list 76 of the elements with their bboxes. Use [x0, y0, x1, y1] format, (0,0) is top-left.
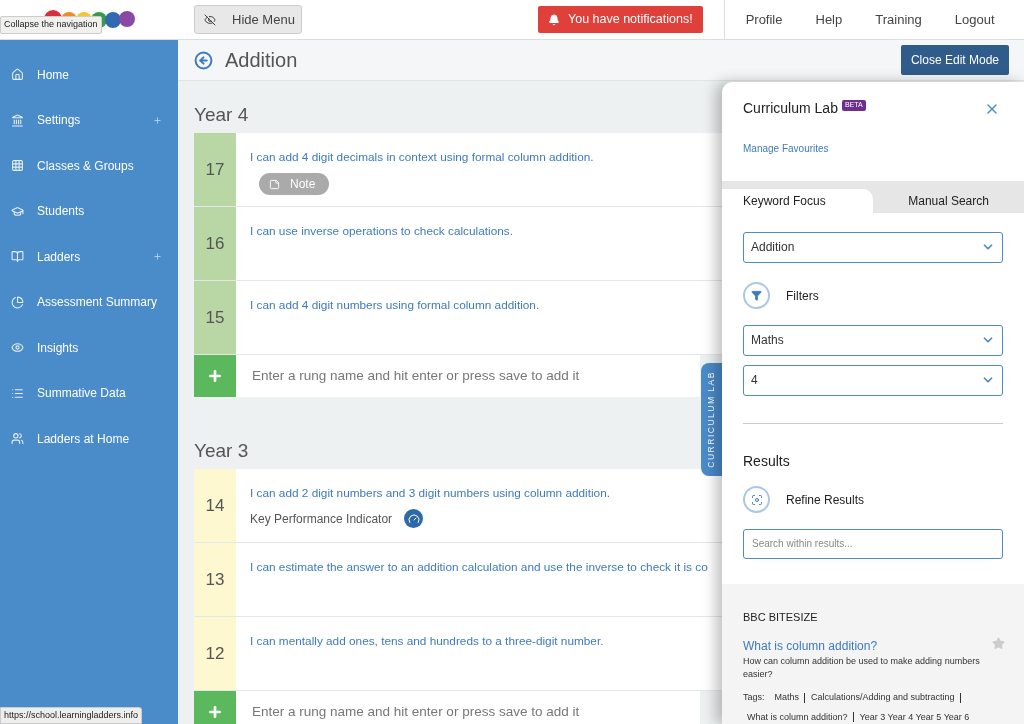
users-icon	[11, 432, 24, 446]
nav-item[interactable]: Ladders at Home	[0, 416, 178, 462]
plus-icon	[207, 368, 223, 385]
nav-item[interactable]: Ladders	[0, 234, 178, 280]
refine-label: Refine Results	[786, 491, 865, 509]
bank-icon	[11, 113, 24, 127]
nav-item[interactable]: Home	[0, 52, 178, 98]
curriculum-lab-tab[interactable]: CURRICULUM LAB	[701, 363, 722, 476]
tag[interactable]: Calculations/Adding and subtracting	[808, 691, 958, 705]
rung-text[interactable]: I can mentally add ones, tens and hundreds to a three-digit number.	[250, 633, 604, 652]
nav-item[interactable]: Settings	[0, 97, 178, 143]
result-title-link[interactable]: What is column addition?	[743, 637, 992, 655]
pie-chart-icon	[11, 295, 24, 309]
rung-name-field[interactable]: Enter a rung name and hit enter or press save to add it	[236, 355, 700, 398]
tags-label: Tags:	[743, 691, 765, 704]
plus-icon	[207, 704, 223, 721]
select-field[interactable]: Maths	[743, 324, 1003, 356]
note-icon	[269, 178, 280, 190]
graduation-cap-icon	[11, 204, 24, 218]
kpi-label: Key Performance Indicator	[250, 510, 393, 528]
nav-item[interactable]: Assessment Summary	[0, 279, 178, 325]
notification-button[interactable]: You have notifications!	[538, 6, 703, 33]
rung-number: 17	[194, 133, 236, 207]
nav-item[interactable]: Students	[0, 188, 178, 234]
rung-name-field[interactable]: Enter a rung name and hit enter or press save to add it	[236, 691, 700, 724]
source-title: BBC BITESIZE	[743, 609, 819, 625]
book-icon	[11, 250, 24, 264]
tag[interactable]: Year 3 Year 4 Year 5 Year 6	[856, 710, 973, 724]
star-icon[interactable]	[992, 637, 1005, 650]
filter-icon[interactable]	[743, 282, 770, 309]
page-title: Addition	[225, 48, 299, 74]
bell-icon	[548, 13, 560, 26]
rung-number: 13	[194, 543, 236, 617]
rung-text[interactable]: I can add 2 digit numbers and 3 digit numbers using column addition.	[250, 485, 611, 504]
nav-item[interactable]: Insights	[0, 325, 178, 371]
rung-text[interactable]: I can estimate the answer to an addition calculation and use the inverse to check it is co	[250, 559, 708, 578]
rung-text[interactable]: I can add 4 digit decimals in context using formal column addition.	[250, 149, 594, 168]
section-title: Year 4	[194, 103, 250, 128]
header-link[interactable]: Training	[875, 9, 922, 30]
result-description: How can column addition be used to make adding numbers easier?	[743, 655, 981, 681]
list-icon	[11, 386, 24, 400]
rung-number: 16	[194, 207, 236, 281]
filters-label: Filters	[786, 287, 819, 305]
eye-off-icon	[203, 13, 216, 26]
tooltip: Collapse the navigation	[0, 16, 102, 34]
rung-number: 15	[194, 281, 236, 355]
rung-text[interactable]: I can use inverse operations to check calculations.	[250, 223, 513, 242]
eye-icon	[11, 341, 24, 355]
select-field[interactable]: Addition	[743, 231, 1003, 263]
header-link[interactable]: Logout	[954, 9, 995, 30]
nav-item[interactable]: Classes & Groups	[0, 143, 178, 189]
rung-number: 14	[194, 469, 236, 543]
search-field[interactable]: Search within results...	[743, 528, 1003, 559]
results-title: Results	[743, 451, 791, 471]
back-icon[interactable]	[194, 50, 213, 70]
home-icon	[11, 68, 24, 82]
tag[interactable]: What is column addition?	[744, 710, 851, 724]
tag[interactable]: Maths	[771, 691, 803, 705]
panel-title: Curriculum Lab	[743, 99, 838, 118]
header-link[interactable]: Help	[815, 9, 843, 30]
header-link[interactable]: Profile	[745, 9, 783, 30]
gauge-icon	[404, 509, 424, 529]
plus-icon	[153, 115, 162, 125]
select-field[interactable]: 4	[743, 364, 1003, 396]
refine-icon[interactable]	[743, 486, 770, 513]
manage-favourites-link[interactable]: Manage Favourites	[743, 141, 1024, 156]
close-edit-button[interactable]: Close Edit Mode	[900, 45, 1009, 76]
nav-item[interactable]: Summative Data	[0, 370, 178, 416]
plus-icon	[153, 252, 162, 262]
add-button[interactable]	[194, 691, 236, 724]
grid-icon	[11, 159, 24, 173]
rung-number: 12	[194, 617, 236, 691]
panel-tab[interactable]: Keyword Focus	[722, 189, 874, 213]
hide-menu-button[interactable]: Hide Menu	[194, 5, 302, 34]
rung-text[interactable]: I can add 4 digit numbers using formal column addition.	[250, 297, 540, 316]
add-button[interactable]	[194, 355, 236, 398]
